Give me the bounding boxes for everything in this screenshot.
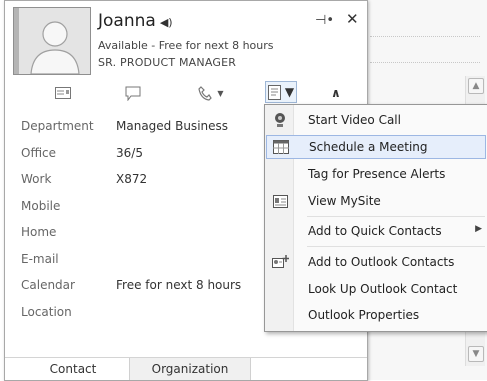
menu-item-label: Outlook Properties xyxy=(308,308,420,322)
background-divider xyxy=(370,62,480,63)
person-silhouette-icon xyxy=(30,21,80,75)
menu-item-view-mysite[interactable]: View MySite xyxy=(266,189,486,213)
menu-item-label: Schedule a Meeting xyxy=(309,140,428,154)
scroll-down-icon[interactable]: ▼ xyxy=(468,346,484,362)
collapse-caret-icon[interactable]: ∧ xyxy=(331,86,341,100)
instant-message-button[interactable] xyxy=(121,83,145,103)
menu-item-look-up-outlook-contact[interactable]: Look Up Outlook Contact xyxy=(266,277,486,301)
detail-label: Work xyxy=(21,172,52,186)
detail-value[interactable]: Free for next 8 hours xyxy=(116,278,241,292)
menu-item-outlook-properties[interactable]: Outlook Properties xyxy=(266,303,486,327)
menu-separator xyxy=(307,246,485,247)
job-title: SR. PRODUCT MANAGER xyxy=(98,56,237,69)
menu-separator xyxy=(307,216,485,217)
contact-name-row: Joanna ◀) xyxy=(98,11,173,31)
detail-label: Location xyxy=(21,304,72,319)
chevron-down-icon: ▼ xyxy=(284,85,295,99)
card-options-icon xyxy=(267,84,281,100)
mysite-icon xyxy=(266,194,294,208)
menu-item-schedule-meeting[interactable]: Schedule a Meeting xyxy=(266,135,486,159)
detail-label: Home xyxy=(21,225,57,239)
tab-organization[interactable]: Organization xyxy=(129,358,251,380)
speaker-icon[interactable]: ◀) xyxy=(160,16,173,29)
add-contact-icon xyxy=(266,255,294,269)
detail-label: Office xyxy=(21,145,57,160)
call-button[interactable]: ▼ xyxy=(191,83,231,103)
detail-value[interactable]: X872 xyxy=(116,172,147,186)
menu-item-label: Tag for Presence Alerts xyxy=(308,167,446,181)
phone-icon xyxy=(198,85,213,101)
presence-indicator xyxy=(14,8,19,74)
pin-icon[interactable]: ⊣• xyxy=(315,13,334,28)
action-bar: ▼ ▼ ∧ xyxy=(5,79,367,107)
submenu-arrow-icon: ▶ xyxy=(475,224,482,234)
more-options-button[interactable]: ▼ xyxy=(265,81,297,103)
email-icon xyxy=(55,87,71,99)
menu-item-label: View MySite xyxy=(308,194,381,208)
calendar-icon xyxy=(267,140,295,154)
detail-label: Mobile xyxy=(21,198,61,213)
detail-label: E-mail xyxy=(21,251,59,266)
menu-item-label: Look Up Outlook Contact xyxy=(308,282,458,296)
menu-item-label: Add to Outlook Contacts xyxy=(308,255,455,269)
video-camera-icon xyxy=(266,112,294,128)
menu-item-add-quick-contacts[interactable]: Add to Quick Contacts ▶ xyxy=(266,219,486,243)
contact-photo xyxy=(13,7,91,75)
menu-item-label: Add to Quick Contacts xyxy=(308,224,442,238)
card-tabs: Contact Organization xyxy=(5,357,367,381)
scroll-up-icon[interactable]: ▲ xyxy=(468,78,484,94)
menu-item-label: Start Video Call xyxy=(308,113,401,127)
email-action-button[interactable] xyxy=(51,83,75,103)
menu-item-add-outlook-contacts[interactable]: Add to Outlook Contacts xyxy=(266,250,486,274)
im-bubble-icon xyxy=(125,86,141,101)
menu-item-start-video-call[interactable]: Start Video Call xyxy=(266,108,486,132)
background-divider xyxy=(370,36,480,37)
close-icon[interactable]: ✕ xyxy=(346,10,359,28)
contact-name: Joanna xyxy=(98,11,156,31)
availability-status: Available - Free for next 8 hours xyxy=(98,39,274,52)
tab-contact[interactable]: Contact xyxy=(25,358,121,380)
menu-item-tag-presence-alerts[interactable]: Tag for Presence Alerts xyxy=(266,162,486,186)
detail-label: Department xyxy=(21,119,94,133)
detail-value[interactable]: Managed Business xyxy=(116,119,228,133)
options-menu: Start Video Call Schedule a Meeting Tag … xyxy=(264,104,487,332)
chevron-down-icon: ▼ xyxy=(217,88,224,98)
detail-label: Calendar xyxy=(21,278,75,292)
detail-value[interactable]: 36/5 xyxy=(116,146,143,160)
